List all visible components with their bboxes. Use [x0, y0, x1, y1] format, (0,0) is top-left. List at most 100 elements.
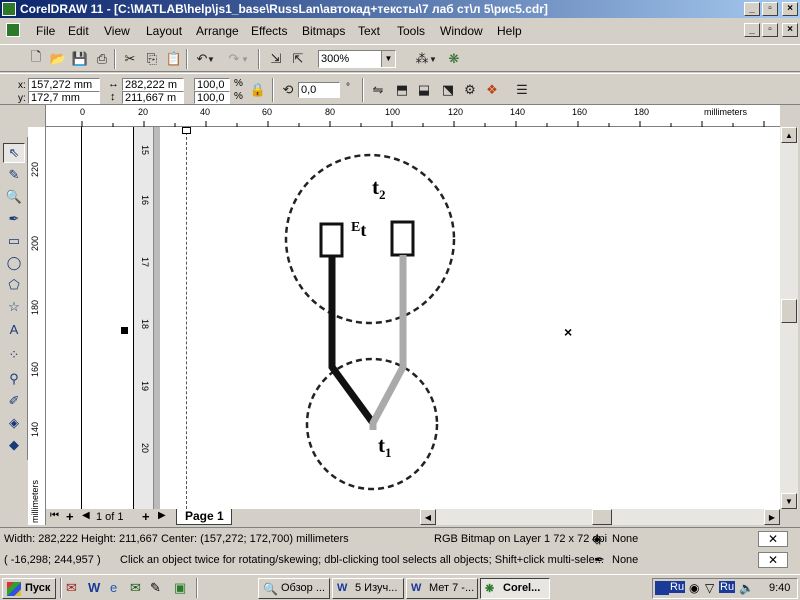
vertical-ruler[interactable]: 220 200 180 160 140 millimeters: [28, 127, 46, 525]
horizontal-ruler[interactable]: 0 20 40 60 80 100 120 140 160 180 millim…: [28, 105, 780, 127]
menu-text[interactable]: Text: [358, 24, 380, 38]
task-button-active[interactable]: ❋ Corel...: [480, 578, 550, 599]
save-icon[interactable]: 💾: [70, 49, 90, 69]
cut-icon[interactable]: ✂: [120, 49, 140, 69]
horizontal-scrollbar[interactable]: ◀ ▶: [420, 509, 780, 525]
scroll-left-icon[interactable]: ◀: [420, 509, 436, 525]
y-position-field[interactable]: 172,7 mm: [28, 91, 100, 104]
menu-effects[interactable]: Effects: [251, 24, 287, 38]
scale-y-field[interactable]: 100,0: [194, 91, 230, 104]
scroll-right-icon[interactable]: ▶: [764, 509, 780, 525]
ruler-origin[interactable]: [28, 105, 46, 127]
coreldraw-app-icon[interactable]: [2, 2, 16, 16]
close-button[interactable]: ×: [782, 2, 798, 16]
width-field[interactable]: 282,222 m: [122, 78, 184, 91]
import-icon[interactable]: ⇲: [266, 49, 286, 69]
menu-window[interactable]: Window: [440, 24, 483, 38]
next-page-icon[interactable]: ▶: [158, 510, 166, 521]
quicklaunch-icon[interactable]: ✉: [66, 580, 77, 596]
fill-swatch[interactable]: ✕: [758, 531, 788, 547]
quicklaunch-explorer-icon[interactable]: ✎: [150, 580, 161, 596]
maximize-button[interactable]: ▫: [762, 2, 778, 16]
menu-file[interactable]: File: [36, 24, 55, 38]
open-icon[interactable]: 📂: [48, 49, 68, 69]
outline-swatch[interactable]: ✕: [758, 552, 788, 568]
doc-close-button[interactable]: ×: [782, 23, 798, 37]
menu-arrange[interactable]: Arrange: [196, 24, 239, 38]
pick-tool-icon[interactable]: ⇖: [3, 143, 25, 163]
interactive-fill-tool-icon[interactable]: ◆: [3, 435, 25, 455]
ellipse-tool-icon[interactable]: ◯: [3, 253, 25, 273]
zoom-dropdown-icon[interactable]: ▼: [381, 51, 395, 67]
add-page-after-icon[interactable]: +: [142, 509, 150, 524]
resample-icon[interactable]: ⬔: [438, 80, 458, 100]
scroll-up-icon[interactable]: ▲: [781, 127, 797, 143]
wrap-text-icon[interactable]: ☰: [512, 80, 532, 100]
tray-volume-icon[interactable]: 🔈: [739, 581, 754, 595]
bitmap-color-mask-icon[interactable]: ⚙: [460, 80, 480, 100]
start-button[interactable]: Пуск: [2, 578, 56, 599]
rectangle-tool-icon[interactable]: ▭: [3, 231, 25, 251]
navigator-icon[interactable]: [780, 509, 800, 525]
quicklaunch-ie-icon[interactable]: e: [110, 580, 117, 595]
menu-layout[interactable]: Layout: [146, 24, 182, 38]
drawing-canvas[interactable]: 15 16 17 18 19 20 × t2 Et t1: [46, 127, 780, 509]
menu-edit[interactable]: Edit: [68, 24, 89, 38]
text-tool-icon[interactable]: A: [3, 319, 25, 339]
interactive-blend-tool-icon[interactable]: ⁘: [3, 345, 25, 365]
task-button[interactable]: W5 Изуч...: [332, 578, 404, 599]
tab-page-1[interactable]: Page 1: [176, 509, 232, 525]
new-document-icon[interactable]: 🗋: [26, 49, 46, 69]
fill-tool-icon[interactable]: ◈: [3, 413, 25, 433]
basic-shapes-tool-icon[interactable]: ☆: [3, 297, 25, 317]
horizontal-scroll-thumb[interactable]: [592, 509, 612, 525]
lock-ratio-icon[interactable]: 🔒: [248, 80, 268, 100]
edit-bitmap-icon[interactable]: ❖: [482, 80, 502, 100]
menu-tools[interactable]: Tools: [397, 24, 425, 38]
vertical-scroll-thumb[interactable]: [781, 299, 797, 323]
undo-dropdown-icon[interactable]: ▼: [206, 49, 216, 69]
menu-bitmaps[interactable]: Bitmaps: [302, 24, 345, 38]
trace-bitmap-icon[interactable]: ⬒: [392, 80, 412, 100]
rotation-field[interactable]: 0,0: [298, 82, 340, 98]
tray-antivirus-icon[interactable]: ▽: [705, 581, 714, 595]
launcher-dropdown-icon[interactable]: ▼: [428, 49, 438, 69]
menu-help[interactable]: Help: [497, 24, 522, 38]
quicklaunch-word-icon[interactable]: W: [88, 580, 100, 595]
tray-network-icon[interactable]: [655, 581, 669, 595]
add-page-before-icon[interactable]: +: [66, 509, 74, 524]
doc-minimize-button[interactable]: _: [744, 23, 760, 37]
tray-audio-icon[interactable]: ◉: [689, 581, 699, 595]
outline-tool-icon[interactable]: ✐: [3, 391, 25, 411]
paste-icon[interactable]: 📋: [164, 49, 184, 69]
redo-dropdown-icon[interactable]: ▼: [240, 49, 250, 69]
scroll-down-icon[interactable]: ▼: [781, 493, 797, 509]
copy-icon[interactable]: ⎘: [142, 49, 162, 69]
minimize-button[interactable]: _: [744, 2, 760, 16]
height-field[interactable]: 211,667 m: [122, 91, 184, 104]
zoom-tool-icon[interactable]: 🔍: [3, 187, 25, 207]
doc-restore-button[interactable]: ▫: [762, 23, 778, 37]
mirror-icon[interactable]: ⇋: [368, 80, 388, 100]
quicklaunch-desktop-icon[interactable]: ▣: [174, 580, 186, 596]
freehand-tool-icon[interactable]: ✒: [3, 209, 25, 229]
eyedropper-tool-icon[interactable]: ⚲: [3, 369, 25, 389]
language-indicator-2[interactable]: Ru: [719, 581, 736, 593]
scale-x-field[interactable]: 100,0: [194, 78, 230, 91]
first-page-icon[interactable]: ⏮: [50, 510, 59, 521]
shape-tool-icon[interactable]: ✎: [3, 165, 25, 185]
prev-page-icon[interactable]: ◀: [82, 510, 90, 521]
vertical-scrollbar[interactable]: ▲ ▼: [780, 127, 798, 509]
menu-view[interactable]: View: [104, 24, 130, 38]
zoom-select[interactable]: 300% ▼: [318, 50, 396, 68]
x-position-field[interactable]: 157,272 mm: [28, 78, 100, 91]
polygon-tool-icon[interactable]: ⬠: [3, 275, 25, 295]
document-icon[interactable]: [6, 23, 20, 37]
task-button[interactable]: 🔍 Обзор ...: [258, 578, 330, 599]
corel-online-icon[interactable]: ❋: [444, 49, 464, 69]
crop-bitmap-icon[interactable]: ⬓: [414, 80, 434, 100]
task-button[interactable]: W Мет 7 -...: [406, 578, 478, 599]
quicklaunch-excel-icon[interactable]: ✉: [130, 580, 141, 596]
export-icon[interactable]: ⇱: [288, 49, 308, 69]
print-icon[interactable]: ⎙: [92, 49, 112, 69]
